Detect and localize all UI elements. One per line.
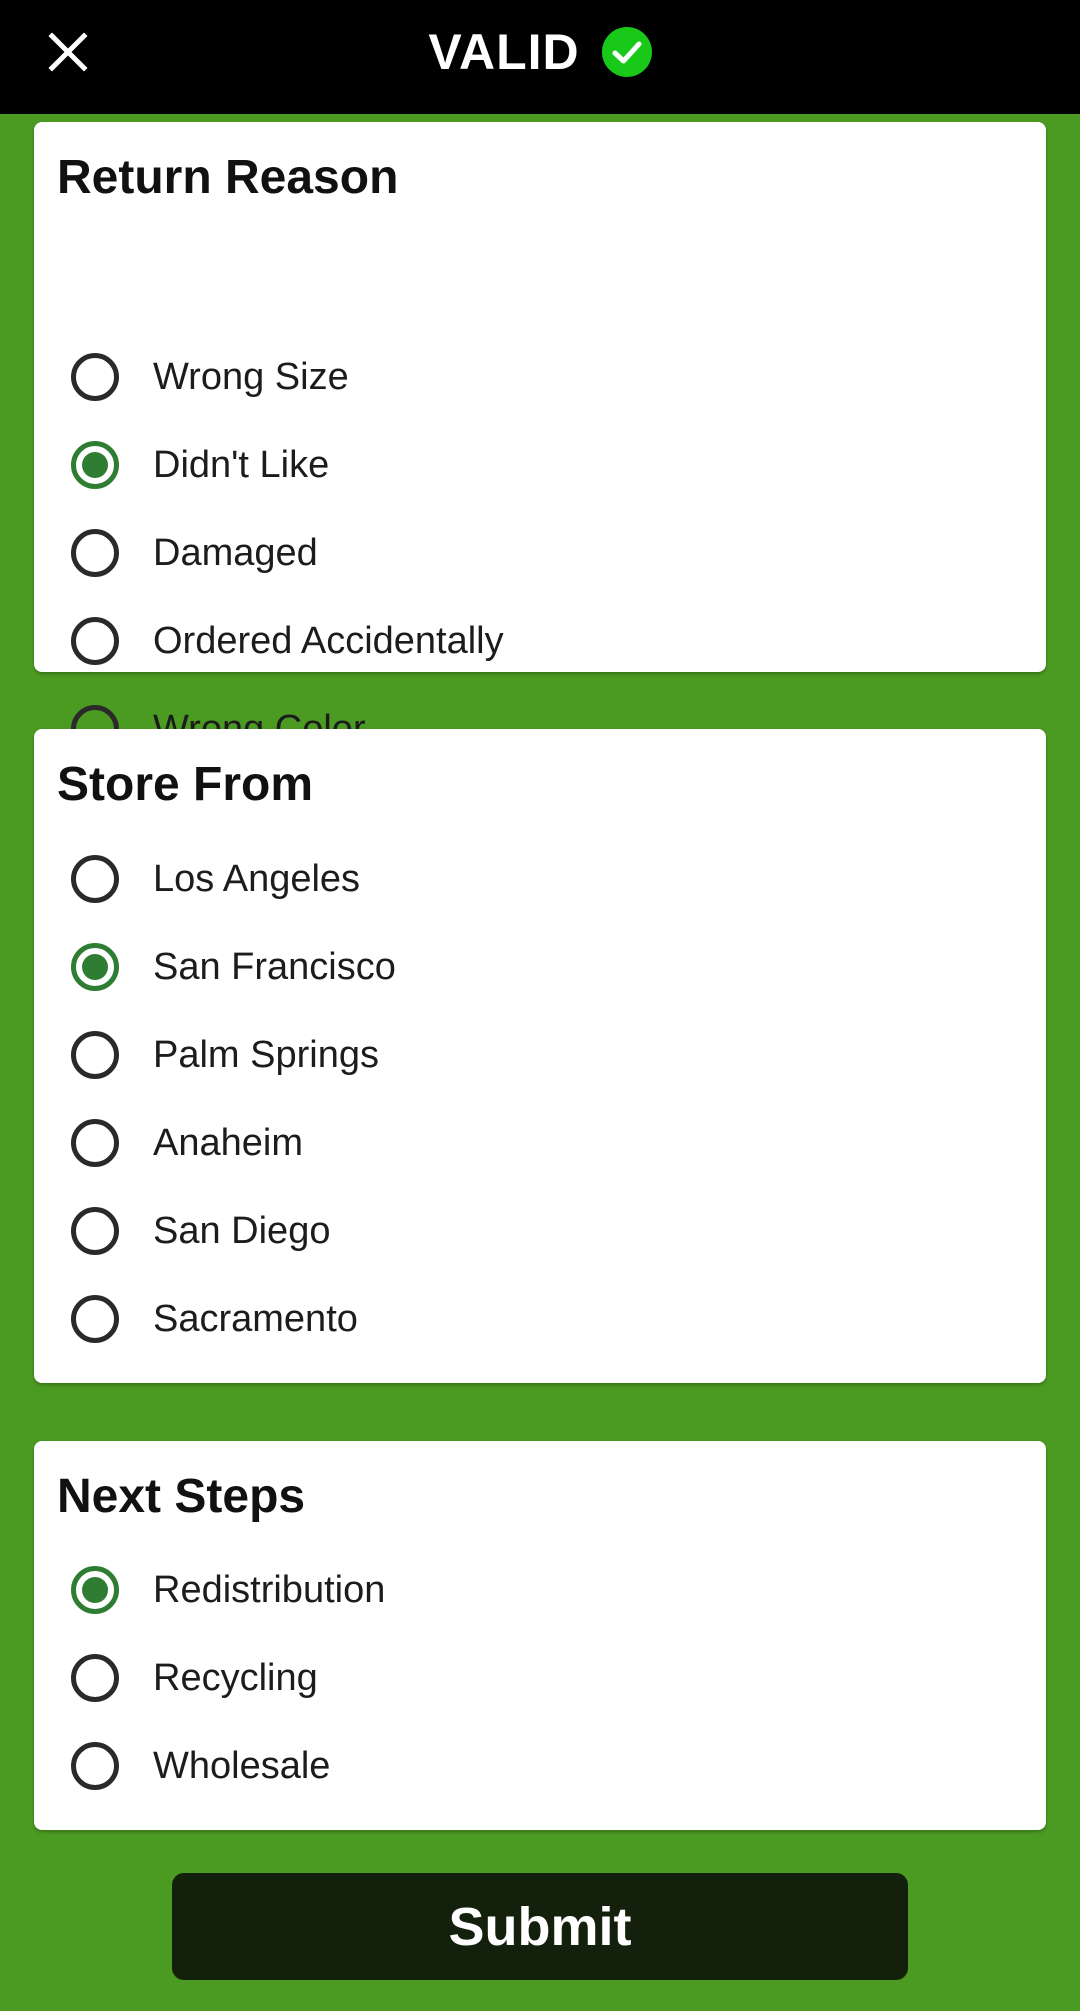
option-label: Los Angeles [153,857,361,900]
store-from-title: Store From [57,758,314,811]
option-los-angeles[interactable]: Los Angeles [71,844,971,914]
radio-button-selected[interactable] [71,943,119,991]
radio-button-selected[interactable] [71,441,119,489]
option-anaheim[interactable]: Anaheim [71,1108,971,1178]
option-label: Anaheim [153,1121,303,1164]
radio-button[interactable] [71,855,119,903]
check-circle-icon [601,27,652,77]
radio-button-selected[interactable] [71,1566,119,1614]
store-from-card: Store From Los Angeles San Francisco Pal… [34,729,1046,1383]
return-reason-title: Return Reason [57,151,399,204]
radio-button[interactable] [71,1031,119,1079]
submit-button[interactable]: Submit [172,1873,908,1980]
option-label: Recycling [153,1656,318,1699]
option-palm-springs[interactable]: Palm Springs [71,1020,971,1090]
option-sacramento[interactable]: Sacramento [71,1284,971,1354]
option-redistribution[interactable]: Redistribution [71,1555,971,1625]
option-label: Sacramento [153,1297,358,1340]
option-damaged[interactable]: Damaged [71,518,971,588]
option-label: Ordered Accidentally [153,619,504,662]
radio-button[interactable] [71,1119,119,1167]
option-didnt-like[interactable]: Didn't Like [71,430,971,500]
option-ordered-accidentally[interactable]: Ordered Accidentally [71,606,971,676]
radio-button[interactable] [71,1207,119,1255]
option-label: San Francisco [153,945,396,988]
option-san-diego[interactable]: San Diego [71,1196,971,1266]
radio-button[interactable] [71,1654,119,1702]
option-wrong-size[interactable]: Wrong Size [71,342,971,412]
radio-button[interactable] [71,1295,119,1343]
option-wholesale[interactable]: Wholesale [71,1731,971,1801]
next-steps-title: Next Steps [57,1470,306,1523]
option-label: Damaged [153,531,318,574]
option-san-francisco[interactable]: San Francisco [71,932,971,1002]
option-label: Wrong Size [153,355,349,398]
option-recycling[interactable]: Recycling [71,1643,971,1713]
option-label: Palm Springs [153,1033,379,1076]
option-label: Didn't Like [153,443,330,486]
radio-button[interactable] [71,529,119,577]
next-steps-card: Next Steps Redistribution Recycling Whol… [34,1441,1046,1830]
option-label: San Diego [153,1209,331,1252]
radio-button[interactable] [71,617,119,665]
radio-button[interactable] [71,353,119,401]
radio-button[interactable] [71,1742,119,1790]
header-title-group: VALID [0,0,1080,104]
top-bar: VALID [0,0,1080,114]
page-title: VALID [428,24,580,80]
option-label: Wholesale [153,1744,331,1787]
option-label: Redistribution [153,1568,386,1611]
return-reason-card: Return Reason Wrong Size Didn't Like Dam… [34,122,1046,753]
